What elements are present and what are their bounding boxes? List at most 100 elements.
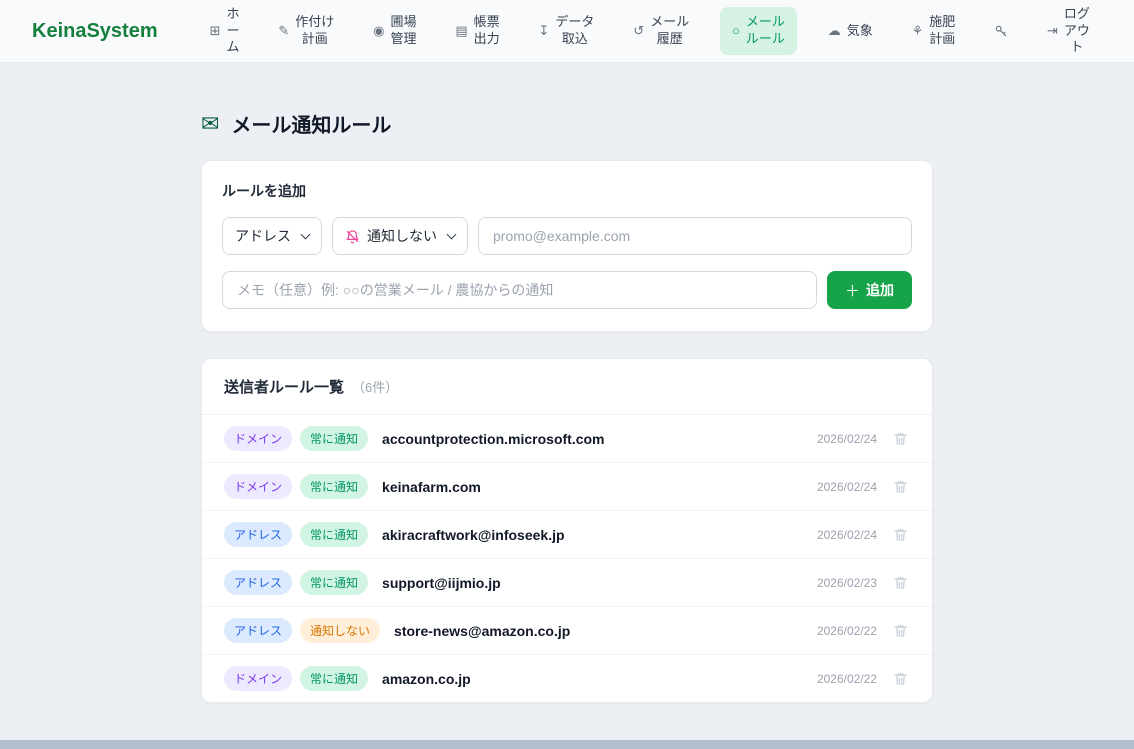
brand-logo[interactable]: KeinaSystem — [32, 20, 158, 43]
rule-type-select[interactable]: アドレス — [222, 217, 322, 255]
rule-type-badge: アドレス — [224, 522, 292, 547]
home-icon: ⊞ — [210, 23, 221, 40]
rule-type-badge: アドレス — [224, 570, 292, 595]
rule-type-badge: アドレス — [224, 618, 292, 643]
rule-date: 2026/02/24 — [817, 480, 877, 494]
delete-rule-button[interactable] — [891, 621, 910, 641]
nav-item-home[interactable]: ⊞ ホーム — [202, 0, 248, 62]
mail-icon: ✉ — [201, 111, 219, 137]
rule-date: 2026/02/22 — [817, 624, 877, 638]
nav-item-report-output[interactable]: ▤帳票出力 — [447, 8, 507, 54]
rule-address: amazon.co.jp — [382, 671, 471, 687]
bell-muted-icon — [345, 229, 360, 244]
rules-list-header: 送信者ルール一覧 （6件） — [202, 359, 932, 415]
download-icon: ↧ — [539, 23, 550, 40]
trash-icon — [893, 431, 908, 447]
rule-action-badge: 常に通知 — [300, 474, 368, 499]
delete-rule-button[interactable] — [891, 525, 910, 545]
rule-row: ドメイン常に通知 accountprotection.microsoft.com 2… — [202, 415, 932, 463]
rules-list-card: 送信者ルール一覧 （6件） ドメイン常に通知accountprotection.… — [201, 358, 933, 703]
address-input[interactable] — [478, 217, 912, 255]
nav-item-label: 気象 — [847, 23, 873, 40]
nav-item-field-management[interactable]: ◉ 圃場管理 — [365, 8, 424, 54]
rule-action-badge: 通知しない — [300, 618, 380, 643]
chevron-down-icon — [301, 230, 311, 240]
add-rule-row-1: アドレス 通知しない — [222, 217, 912, 255]
sprout-icon: ⚘ — [912, 23, 924, 40]
rule-type-badge: ドメイン — [224, 426, 292, 451]
trash-icon — [893, 527, 908, 543]
history-icon: ↺ — [633, 23, 644, 40]
add-rule-heading: ルールを追加 — [222, 181, 912, 201]
rule-action-badge: 常に通知 — [300, 570, 368, 595]
nav-items: ⊞ ホーム ✎ 作付け計画 ◉ 圃場管理 ▤帳票出力 ↧ データ取込 ↺ メール履歴 ○ メールルール ☁… — [202, 0, 1098, 62]
rule-action-select-value: 通知しない — [367, 226, 437, 246]
delete-rule-button[interactable] — [891, 477, 910, 497]
nav-item-label: 帳票出力 — [474, 14, 500, 48]
nav-item-mail-rules[interactable]: ○ メールルール — [720, 7, 797, 55]
add-rule-button-label: 追加 — [866, 280, 894, 300]
nav-item-label: ログアウト — [1064, 6, 1090, 57]
trash-icon — [893, 479, 908, 495]
key-icon — [994, 24, 1008, 38]
rule-row: アドレス通知しない store-news@amazon.co.jp 2026/02/… — [202, 607, 932, 655]
chevron-down-icon — [447, 230, 457, 240]
pin-icon: ◉ — [373, 23, 384, 40]
logout-icon: ⇥ — [1047, 23, 1058, 40]
nav-item-label: データ取込 — [555, 14, 594, 48]
rule-address: accountprotection.microsoft.com — [382, 431, 604, 447]
nav-item-label: ホーム — [227, 6, 240, 57]
trash-icon — [893, 575, 908, 591]
rule-type-select-value: アドレス — [235, 226, 291, 246]
rule-action-select[interactable]: 通知しない — [332, 217, 468, 255]
rules-count: （6件） — [352, 377, 398, 396]
plus-icon: ＋ — [845, 280, 860, 301]
top-nav: KeinaSystem ⊞ ホーム ✎ 作付け計画 ◉ 圃場管理 ▤帳票出力 ↧ データ取込 ↺ メ… — [0, 0, 1134, 63]
rule-address: akiracraftwork@infoseek.jp — [382, 527, 565, 543]
rule-action-badge: 常に通知 — [300, 666, 368, 691]
trash-icon — [893, 671, 908, 687]
nav-item-api-key[interactable] — [986, 18, 1016, 44]
page-title-text: メール通知ルール — [231, 109, 391, 138]
rule-type-badge: ドメイン — [224, 474, 292, 499]
rule-row: アドレス常に通知 support@iijmio.jp 2026/02/23 — [202, 559, 932, 607]
add-rule-card: ルールを追加 アドレス 通知しない — [201, 160, 933, 332]
rule-action-badge: 常に通知 — [300, 522, 368, 547]
nav-item-label: 施肥計画 — [929, 14, 955, 48]
add-rule-button[interactable]: ＋ 追加 — [827, 271, 912, 309]
nav-item-label: メールルール — [746, 14, 785, 48]
add-rule-row-2: ＋ 追加 — [222, 271, 912, 309]
nav-item-planting-plan[interactable]: ✎ 作付け計画 — [270, 8, 342, 54]
delete-rule-button[interactable] — [891, 573, 910, 593]
rule-address: keinafarm.com — [382, 479, 481, 495]
main-content: ✉ メール通知ルール ルールを追加 アドレス — [0, 63, 1134, 703]
rule-date: 2026/02/24 — [817, 432, 877, 446]
rule-action-badge: 常に通知 — [300, 426, 368, 451]
page-title: ✉ メール通知ルール — [201, 109, 933, 138]
nav-item-label: 圃場管理 — [391, 14, 417, 48]
rule-address: store-news@amazon.co.jp — [394, 623, 570, 639]
nav-item-mail-history[interactable]: ↺ メール履歴 — [625, 8, 697, 54]
delete-rule-button[interactable] — [891, 669, 910, 689]
trash-icon — [893, 623, 908, 639]
rule-row: ドメイン常に通知 keinafarm.com 2026/02/24 — [202, 463, 932, 511]
nav-item-label: メール履歴 — [650, 14, 689, 48]
cloud-icon: ☁ — [828, 23, 841, 40]
horizontal-scrollbar[interactable] — [0, 740, 1134, 749]
pencil-icon: ✎ — [278, 23, 289, 40]
bell-icon: ○ — [732, 23, 740, 40]
rule-date: 2026/02/23 — [817, 576, 877, 590]
rule-address: support@iijmio.jp — [382, 575, 501, 591]
nav-item-fertilizer-plan[interactable]: ⚘ 施肥計画 — [904, 8, 964, 54]
memo-input[interactable] — [222, 271, 817, 309]
nav-item-logout[interactable]: ⇥ ログアウト — [1039, 0, 1098, 62]
rules-list: ドメイン常に通知accountprotection.microsoft.com2… — [202, 415, 932, 702]
rule-date: 2026/02/24 — [817, 528, 877, 542]
nav-item-data-import[interactable]: ↧ データ取込 — [531, 8, 603, 54]
nav-item-label: 作付け計画 — [295, 14, 334, 48]
nav-item-weather[interactable]: ☁ 気象 — [820, 17, 881, 46]
rule-date: 2026/02/22 — [817, 672, 877, 686]
rule-row: アドレス常に通知 akiracraftwork@infoseek.jp 2026/0… — [202, 511, 932, 559]
rule-row: ドメイン常に通知amazon.co.jp2026/02/22 — [202, 655, 932, 702]
delete-rule-button[interactable] — [891, 429, 910, 449]
